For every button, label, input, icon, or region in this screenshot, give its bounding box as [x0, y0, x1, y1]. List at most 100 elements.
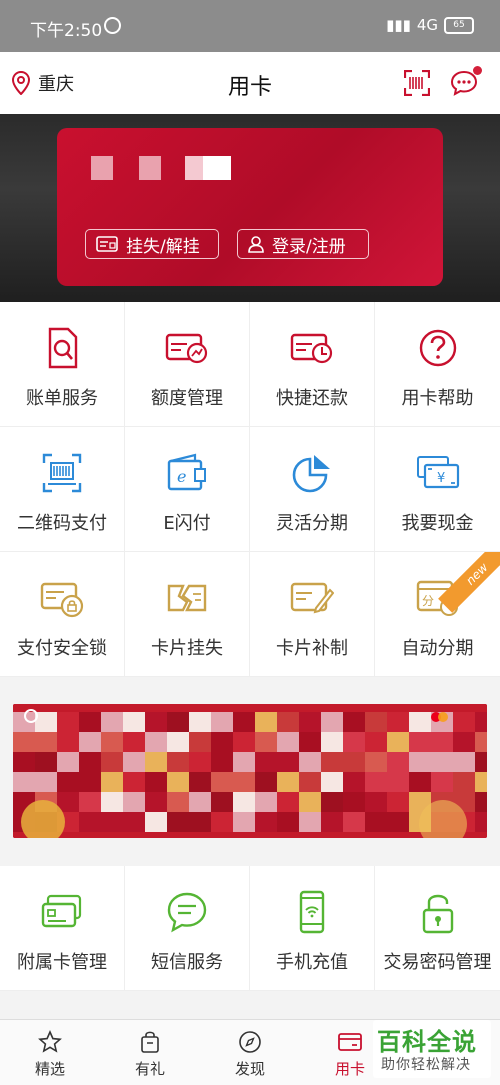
- report-loss-label: 挂失/解挂: [126, 236, 200, 257]
- tab-discover[interactable]: 发现: [200, 1020, 300, 1085]
- service-quick-repay[interactable]: 快捷还款: [250, 302, 375, 427]
- mosaic-tile: [277, 792, 299, 812]
- scan-icon[interactable]: [404, 70, 430, 96]
- service-phone-topup[interactable]: 手机充值: [250, 866, 375, 991]
- service-password[interactable]: 交易密码管理: [375, 866, 500, 991]
- mosaic-tile: [365, 792, 387, 812]
- mosaic-tile: [101, 732, 123, 752]
- mosaic-tile: [35, 752, 57, 772]
- card-icon: [338, 1033, 362, 1051]
- mosaic-tile: [101, 752, 123, 772]
- mosaic-tile: [409, 752, 431, 772]
- promo-banner[interactable]: [13, 704, 487, 838]
- mosaic-tile: [101, 792, 123, 812]
- mosaic-tile: [233, 772, 255, 792]
- mosaic-tile: [321, 772, 343, 792]
- service-supplementary-card[interactable]: 附属卡管理: [0, 866, 125, 991]
- svg-text:分: 分: [422, 594, 434, 608]
- service-e-flash-pay[interactable]: e E闪付: [125, 427, 250, 552]
- service-sms[interactable]: 短信服务: [125, 866, 250, 991]
- mosaic-tile: [475, 772, 487, 792]
- mosaic-tile: [475, 812, 487, 832]
- mosaic-tile: [299, 752, 321, 772]
- alarm-icon: [104, 17, 121, 34]
- mosaic-tile: [431, 752, 453, 772]
- mosaic-tile: [277, 812, 299, 832]
- mosaic-tile: [101, 812, 123, 832]
- mosaic-tile: [189, 712, 211, 732]
- mosaic-tile: [79, 732, 101, 752]
- mosaic-tile: [167, 712, 189, 732]
- mosaic-tile: [343, 812, 365, 832]
- mosaic-tile: [321, 732, 343, 752]
- mosaic-tile: [409, 712, 431, 732]
- status-right: ▮▮▮ 4G 65: [386, 16, 474, 34]
- status-time: 下午2:50: [30, 21, 103, 41]
- mosaic-tile: [13, 772, 35, 792]
- mosaic-tile: [277, 752, 299, 772]
- credit-card[interactable]: 挂失/解挂 登录/注册: [57, 128, 443, 286]
- login-register-button[interactable]: 登录/注册: [237, 229, 369, 259]
- mosaic-tile: [145, 812, 167, 832]
- mosaic-tile: [57, 772, 79, 792]
- tab-featured[interactable]: 精选: [0, 1020, 100, 1085]
- mosaic-tile: [189, 812, 211, 832]
- service-bill[interactable]: 账单服务: [0, 302, 125, 427]
- service-label: 短信服务: [151, 952, 223, 973]
- tab-label: 有礼: [134, 1060, 165, 1078]
- card-reissue-icon: [290, 582, 334, 614]
- report-loss-button[interactable]: 挂失/解挂: [85, 229, 219, 259]
- service-label: 额度管理: [151, 388, 223, 409]
- mosaic-tile: [101, 772, 123, 792]
- mosaic-tile: [123, 812, 145, 832]
- mosaic-tile: [387, 752, 409, 772]
- service-label: 支付安全锁: [17, 638, 107, 659]
- mosaic-tile: [123, 752, 145, 772]
- service-qr-pay[interactable]: 二维码支付: [0, 427, 125, 552]
- service-cash[interactable]: ¥ 我要现金: [375, 427, 500, 552]
- service-auto-installment[interactable]: 分 自动分期 new: [375, 552, 500, 677]
- mosaic-tile: [387, 732, 409, 752]
- masked-card-block: [91, 156, 113, 180]
- mosaic-tile: [299, 772, 321, 792]
- mosaic-tile: [35, 712, 57, 732]
- status-bar: 下午2:50 ▮▮▮ 4G 65: [0, 0, 500, 52]
- mosaic-tile: [57, 732, 79, 752]
- mosaic-tile: [145, 732, 167, 752]
- mosaic-tile: [255, 812, 277, 832]
- mosaic-tile: [277, 772, 299, 792]
- mosaic-tile: [255, 792, 277, 812]
- mosaic-tile: [365, 812, 387, 832]
- mosaic-tile: [13, 752, 35, 772]
- service-flexible-installment[interactable]: 灵活分期: [250, 427, 375, 552]
- mosaic-tile: [101, 712, 123, 732]
- mosaic-tile: [475, 732, 487, 752]
- mosaic-tile: [343, 712, 365, 732]
- network-type: 4G: [416, 16, 438, 34]
- mosaic-tile: [387, 812, 409, 832]
- service-security-lock[interactable]: 支付安全锁: [0, 552, 125, 677]
- tab-gifts[interactable]: 有礼: [100, 1020, 200, 1085]
- mosaic-tile: [233, 812, 255, 832]
- mosaic-tile: [211, 812, 233, 832]
- service-card-reissue[interactable]: 卡片补制: [250, 552, 375, 677]
- service-credit-limit[interactable]: 额度管理: [125, 302, 250, 427]
- service-card-loss[interactable]: 卡片挂失: [125, 552, 250, 677]
- masked-card-block: [185, 156, 203, 180]
- unread-dot: [473, 66, 482, 75]
- mosaic-tile: [189, 752, 211, 772]
- mosaic-tile: [145, 772, 167, 792]
- mosaic-tile: [365, 712, 387, 732]
- sms-icon: [167, 892, 207, 933]
- service-label: 快捷还款: [276, 388, 348, 409]
- service-help[interactable]: 用卡帮助: [375, 302, 500, 427]
- help-icon: [419, 329, 456, 367]
- svg-text:e: e: [177, 467, 186, 486]
- mosaic-tile: [321, 712, 343, 732]
- mosaic-tile: [57, 752, 79, 772]
- mosaic-tile: [123, 732, 145, 752]
- card-loss-icon: [167, 584, 207, 612]
- top-navbar: 重庆 用卡: [0, 52, 500, 114]
- promo-mosaic: [13, 704, 487, 838]
- service-label: 自动分期: [401, 638, 474, 659]
